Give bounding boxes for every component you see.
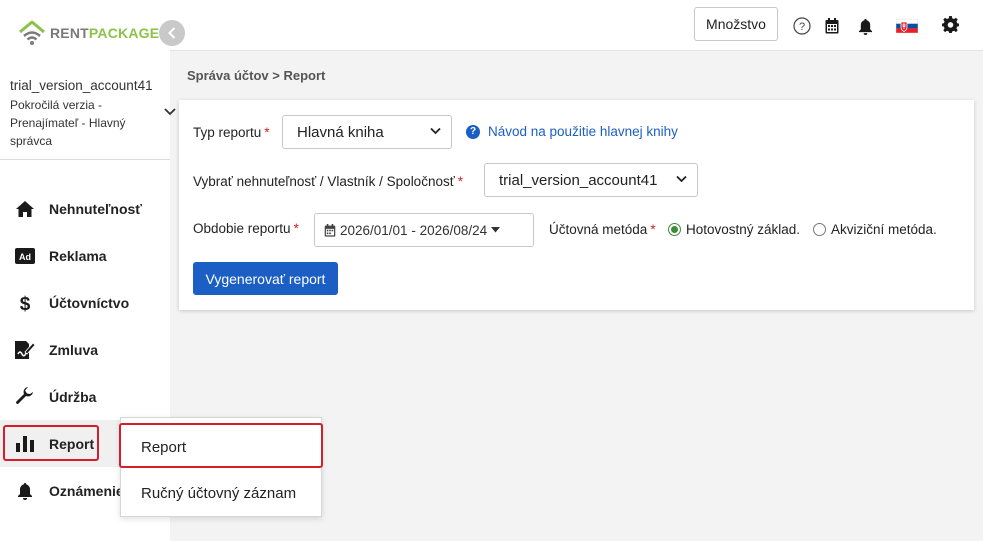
radio-unchecked-icon — [813, 223, 826, 236]
calendar-icon[interactable] — [825, 18, 839, 34]
help-link-label: Návod na použitie hlavnej knihy — [488, 124, 678, 139]
report-form-card: Typ reportu * Hlavná kniha ? Návod na pou… — [179, 100, 974, 310]
sidebar-item-nehnutelnost[interactable]: Nehnuteľnosť — [0, 185, 170, 232]
radio-checked-icon — [668, 223, 681, 236]
sidebar-item-label: Oznámenie — [49, 482, 124, 499]
bell-icon — [14, 480, 36, 502]
property-value: trial_version_account41 — [499, 171, 658, 189]
period-label: Obdobie reportu * — [193, 221, 299, 236]
sidebar-item-reklama[interactable]: Ad Reklama — [0, 232, 170, 279]
svg-text:?: ? — [799, 21, 805, 33]
account-name: trial_version_account41 — [10, 78, 153, 93]
quantity-button[interactable]: Množstvo — [694, 7, 778, 41]
logo-text-package: PACKAGE — [88, 25, 160, 41]
account-switcher[interactable]: trial_version_account41 Pokročilá verzia… — [0, 68, 176, 160]
generate-report-button[interactable]: Vygenerovať report — [193, 262, 338, 295]
notification-bell-icon[interactable] — [858, 18, 873, 35]
breadcrumb: Správa účtov > Report — [187, 68, 326, 83]
sidebar-item-label: Reklama — [49, 247, 107, 264]
ledger-help-link[interactable]: ? Návod na použitie hlavnej knihy — [466, 124, 678, 139]
gear-icon[interactable] — [942, 16, 959, 33]
app-logo[interactable]: RENTPACKAGE — [18, 20, 159, 46]
chevron-left-icon — [168, 27, 176, 39]
method-cash-label: Hotovostný základ. — [686, 222, 801, 237]
report-type-value: Hlavná kniha — [297, 123, 384, 141]
svg-text:Ad: Ad — [19, 252, 31, 262]
sidebar-item-udrzba[interactable]: Údržba — [0, 373, 170, 420]
method-cash-radio[interactable]: Hotovostný základ. — [668, 222, 800, 237]
chevron-down-icon — [430, 127, 441, 135]
wrench-icon — [14, 386, 36, 408]
sidebar-collapse-button[interactable] — [159, 20, 185, 46]
wifi-house-icon — [19, 20, 45, 45]
period-date-range-field[interactable]: 2026/01/01 - 2026/08/24 — [314, 213, 534, 247]
method-accrual-label: Akviziční metóda. — [831, 222, 937, 237]
dollar-icon: $ — [14, 292, 36, 314]
home-icon — [14, 198, 36, 220]
question-circle-icon: ? — [466, 124, 480, 139]
help-icon[interactable]: ? — [793, 17, 811, 35]
sidebar-item-uctovnictvo[interactable]: $ Účtovníctvo — [0, 279, 170, 326]
svg-text:$: $ — [20, 294, 31, 313]
property-select[interactable]: trial_version_account41 — [484, 163, 698, 197]
contract-icon — [14, 339, 36, 361]
sidebar-item-label: Účtovníctvo — [49, 294, 130, 311]
report-type-label: Typ reportu * — [193, 125, 270, 140]
top-bar: Množstvo ? — [170, 0, 983, 51]
account-role: Pokročilá verzia - Prenajímateľ - Hlavný… — [10, 98, 126, 148]
sidebar-item-zmluva[interactable]: Zmluva — [0, 326, 170, 373]
sidebar-item-label: Údržba — [49, 388, 97, 405]
slovak-flag-icon[interactable] — [896, 19, 918, 33]
chevron-down-icon[interactable] — [164, 108, 176, 116]
report-submenu-highlight — [119, 423, 323, 468]
report-nav-highlight — [3, 425, 99, 461]
calendar-icon — [324, 223, 336, 237]
accounting-method-label: Účtovná metóda * — [549, 222, 656, 237]
caret-down-icon — [491, 227, 501, 233]
method-accrual-radio[interactable]: Akviziční metóda. — [813, 222, 937, 237]
sidebar-item-label: Zmluva — [49, 341, 99, 358]
period-value: 2026/01/01 - 2026/08/24 — [340, 222, 488, 238]
ad-icon: Ad — [14, 245, 36, 267]
chevron-down-icon — [676, 175, 687, 183]
logo-text-rent: RENT — [50, 25, 89, 41]
property-label: Vybrať nehnuteľnosť / Vlastník / Spoločn… — [193, 174, 464, 189]
report-type-select[interactable]: Hlavná kniha — [282, 115, 452, 149]
submenu-item-manual-entry[interactable]: Ručný účtovný záznam — [121, 470, 321, 516]
sidebar-item-label: Nehnuteľnosť — [49, 200, 142, 217]
